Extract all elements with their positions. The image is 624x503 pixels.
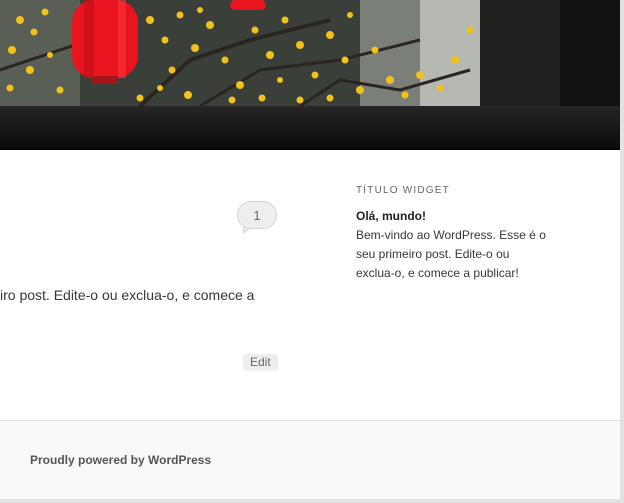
sidebar-widget: TÍTULO WIDGET Olá, mundo! Bem-vindo ao W… <box>356 185 556 283</box>
header-photo <box>0 0 620 106</box>
window-edge-right <box>620 0 624 503</box>
window-edge-bottom <box>0 499 624 503</box>
comment-count[interactable]: 1 <box>237 201 277 229</box>
edit-button[interactable]: Edit <box>243 354 278 371</box>
comments-link[interactable]: 1 <box>237 201 279 234</box>
widget-title: TÍTULO WIDGET <box>356 185 450 196</box>
nav-bar <box>0 106 620 150</box>
page: 1 iro post. Edite-o ou exclua-o, e comec… <box>0 0 620 499</box>
widget-post-excerpt: Bem-vindo ao WordPress. Esse é o seu pri… <box>356 228 546 280</box>
powered-by-link[interactable]: Proudly powered by WordPress <box>30 453 211 467</box>
post-excerpt: iro post. Edite-o ou exclua-o, e comece … <box>0 287 255 303</box>
header-image[interactable] <box>0 0 620 106</box>
widget-post-title[interactable]: Olá, mundo! <box>356 207 556 226</box>
site-footer: Proudly powered by WordPress <box>0 420 620 499</box>
